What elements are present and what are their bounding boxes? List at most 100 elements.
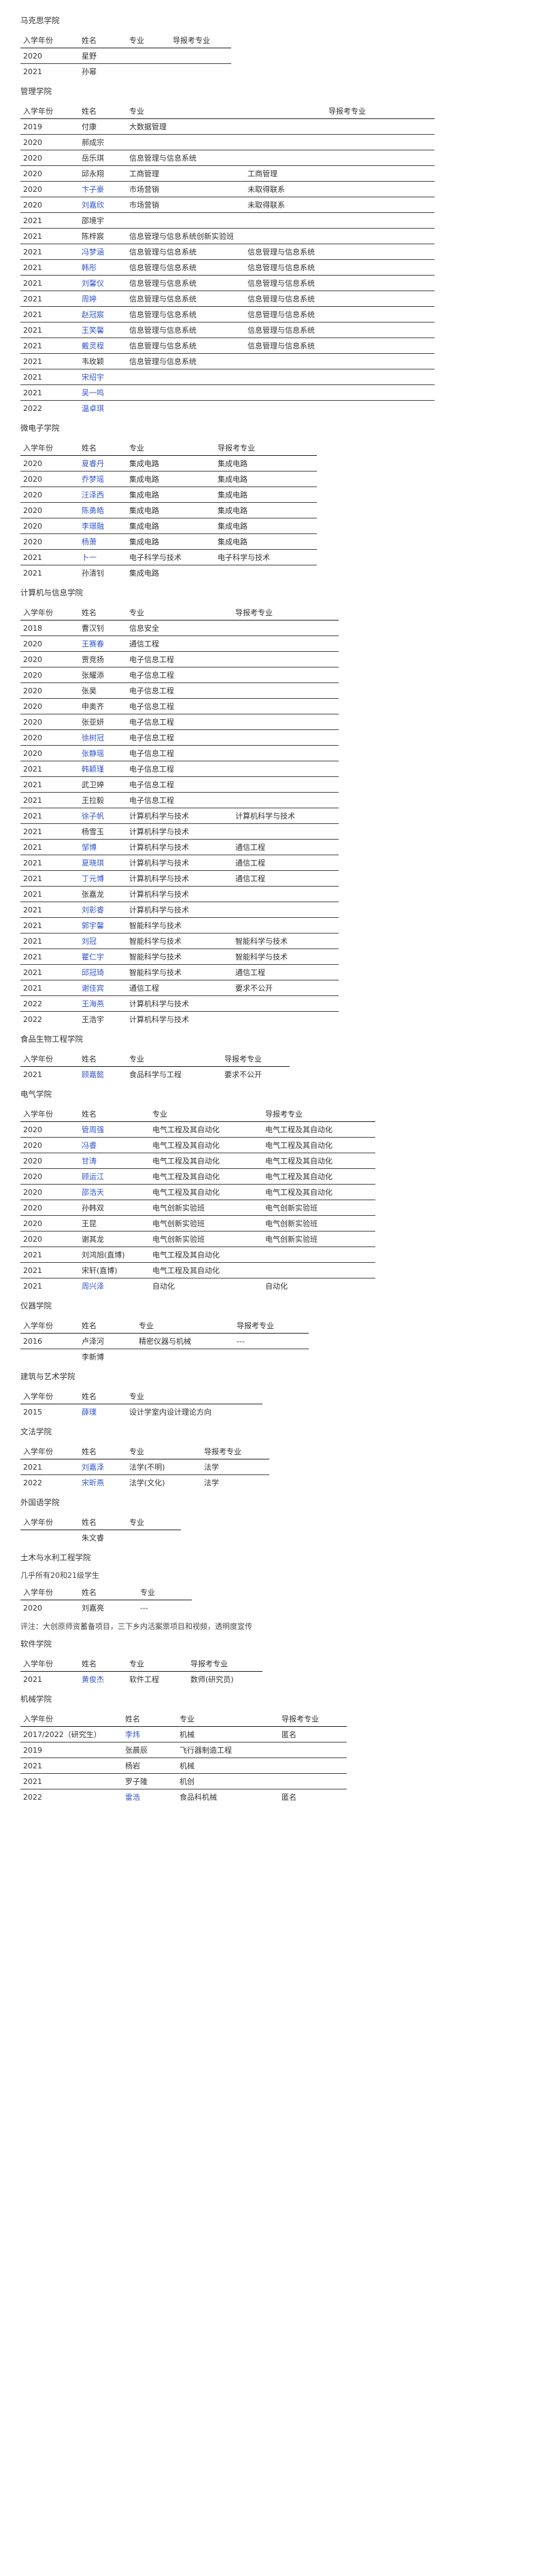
table-cell[interactable]: 王赛春 [79, 635, 126, 652]
member-name-link[interactable]: 薛璞 [82, 1408, 97, 1417]
member-name-link[interactable]: 徐子帆 [82, 812, 104, 821]
member-name-link[interactable]: 吴一鸣 [82, 389, 104, 397]
table-cell[interactable]: 李璟融 [79, 518, 126, 534]
table-cell[interactable]: 韩彤 [79, 259, 126, 276]
member-name-link[interactable]: 杨萧 [82, 538, 97, 546]
member-name-link[interactable]: 汪泽西 [82, 491, 104, 499]
table-cell[interactable]: 甘涛 [79, 1153, 150, 1169]
member-name-link[interactable]: 戴灵程 [82, 342, 104, 350]
table-cell[interactable]: 管周强 [79, 1121, 150, 1138]
table-cell[interactable]: 温卓琪 [79, 401, 126, 416]
table-cell[interactable]: 王笑馨 [79, 322, 126, 338]
table-cell[interactable]: 刘冠 [79, 933, 126, 949]
member-name-link[interactable]: 宋昕燕 [82, 1479, 104, 1487]
table-cell[interactable]: 黄俊杰 [79, 1672, 126, 1687]
table-cell[interactable]: 刘彰睿 [79, 902, 126, 918]
member-name-link[interactable]: 刘冠 [82, 937, 97, 946]
member-name-link[interactable]: 冯梦涵 [82, 248, 104, 257]
table-cell[interactable]: 李炜 [122, 1726, 177, 1743]
table-cell[interactable]: 顾运江 [79, 1168, 150, 1185]
table-cell [126, 401, 245, 416]
member-name-link[interactable]: 周兴泽 [82, 1282, 104, 1291]
member-name-link[interactable]: 王海燕 [82, 1000, 104, 1008]
table-cell: 集成电路 [126, 518, 215, 534]
member-name-link[interactable]: 雷浩 [125, 1793, 140, 1802]
table-cell[interactable]: 卜一 [79, 549, 126, 565]
table-cell: 刘鸿旭(直博) [79, 1246, 150, 1263]
table-cell[interactable]: 汪泽西 [79, 486, 126, 503]
table-cell[interactable]: 戴灵程 [79, 337, 126, 354]
member-name-link[interactable]: 顾嘉懿 [82, 1070, 104, 1079]
member-name-link[interactable]: 乔梦瑶 [82, 475, 104, 484]
table-cell[interactable]: 徐子帆 [79, 808, 126, 824]
member-name-link[interactable]: 丁元博 [82, 874, 104, 883]
table-cell[interactable]: 刘嘉泽 [79, 1459, 126, 1475]
member-name-link[interactable]: 卞子豪 [82, 185, 104, 194]
table-cell[interactable]: 夏睿丹 [79, 455, 126, 472]
member-name-link[interactable]: 夏晓琪 [82, 859, 104, 868]
table-cell[interactable]: 雷浩 [122, 1789, 177, 1805]
table-cell[interactable]: 周婷 [79, 291, 126, 307]
table-cell[interactable]: 丁元博 [79, 870, 126, 887]
table-cell[interactable]: 周兴泽 [79, 1278, 150, 1294]
column-header: 导报考专业 [222, 1051, 290, 1067]
member-name-link[interactable]: 邹博 [82, 843, 97, 852]
member-name-link[interactable]: 顾运江 [82, 1172, 104, 1181]
member-name-link[interactable]: 刘彰睿 [82, 906, 104, 914]
member-name-link[interactable]: 甘涛 [82, 1157, 97, 1166]
member-name-link[interactable]: 赵冠宸 [82, 310, 104, 319]
member-name-link[interactable]: 李璟融 [82, 522, 104, 531]
member-name-link[interactable]: 谢佳宾 [82, 984, 104, 993]
member-name-link[interactable]: 刘馨仪 [82, 279, 104, 288]
table-cell[interactable]: 冯睿 [79, 1137, 150, 1153]
member-name-link[interactable]: 邱冠琦 [82, 968, 104, 977]
table-cell[interactable]: 郭宇馨 [79, 917, 126, 934]
member-name-link[interactable]: 邵浩天 [82, 1188, 104, 1197]
table-cell[interactable]: 张静瑶 [79, 745, 126, 761]
member-name-link[interactable]: 刘嘉泽 [82, 1463, 104, 1472]
table-cell[interactable]: 薛璞 [79, 1404, 126, 1420]
table-cell[interactable]: 卞子豪 [79, 181, 126, 197]
member-name-link[interactable]: 王笑馨 [82, 326, 104, 335]
member-name-link[interactable]: 李炜 [125, 1730, 140, 1739]
member-name-link[interactable]: 温卓琪 [82, 404, 104, 413]
member-name-link[interactable]: 王赛春 [82, 640, 104, 648]
member-name-link[interactable]: 刘嘉欣 [82, 201, 104, 210]
table-cell[interactable]: 冯梦涵 [79, 244, 126, 260]
table-row: 2020 王昆 电气创新实验班 电气创新实验班 [20, 1215, 375, 1232]
member-name-link[interactable]: 黄俊杰 [82, 1675, 104, 1684]
table-cell[interactable]: 顾嘉懿 [79, 1067, 126, 1083]
member-name-link[interactable]: 夏睿丹 [82, 459, 104, 468]
member-name-link[interactable]: 卜一 [82, 553, 97, 562]
table-cell[interactable]: 徐树冠 [79, 729, 126, 746]
table-cell[interactable]: 赵冠宸 [79, 306, 126, 323]
member-name-link[interactable]: 周婷 [82, 295, 97, 303]
table-cell[interactable]: 刘馨仪 [79, 275, 126, 291]
member-name-link[interactable]: 韩彤 [82, 263, 97, 272]
table-cell: 2015 [23, 1407, 42, 1417]
table-cell[interactable]: 邹博 [79, 839, 126, 855]
member-name-link[interactable]: 宋绍宇 [82, 373, 104, 382]
table-cell[interactable]: 刘嘉欣 [79, 197, 126, 213]
member-name-link[interactable]: 郭宇馨 [82, 921, 104, 930]
table-cell[interactable]: 陈勇皓 [79, 502, 126, 518]
member-name-link[interactable]: 陈勇皓 [82, 506, 104, 515]
table-cell[interactable]: 杨萧 [79, 533, 126, 550]
table-cell[interactable]: 夏晓琪 [79, 855, 126, 871]
member-name-link[interactable]: 冯睿 [82, 1141, 97, 1150]
member-name-link[interactable]: 张静瑶 [82, 749, 104, 758]
table-cell[interactable]: 瞿仁宇 [79, 948, 126, 965]
member-name-link[interactable]: 韩颖瑾 [82, 765, 104, 774]
table-cell[interactable]: 吴一鸣 [79, 384, 126, 401]
member-name-link[interactable]: 徐树冠 [82, 733, 104, 742]
member-name-link[interactable]: 瞿仁宇 [82, 953, 104, 961]
table-cell[interactable]: 乔梦瑶 [79, 471, 126, 487]
table-cell[interactable]: 韩颖瑾 [79, 761, 126, 777]
table-cell[interactable]: 宋昕燕 [79, 1475, 126, 1491]
table-cell[interactable]: 邵浩天 [79, 1184, 150, 1200]
table-cell[interactable]: 宋绍宇 [79, 369, 126, 385]
member-name-link[interactable]: 管周强 [82, 1125, 104, 1134]
table-cell[interactable]: 邱冠琦 [79, 964, 126, 980]
table-cell[interactable]: 王海燕 [79, 995, 126, 1012]
table-cell[interactable]: 谢佳宾 [79, 980, 126, 996]
